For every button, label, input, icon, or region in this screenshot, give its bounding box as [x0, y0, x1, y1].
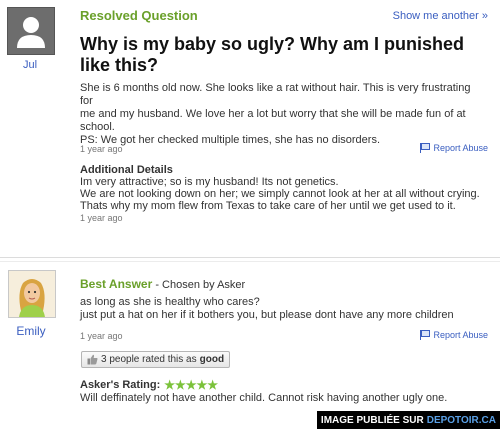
question-title: Why is my baby so ugly? Why am I punishe… — [80, 34, 465, 75]
additional-details-timestamp: 1 year ago — [80, 213, 123, 223]
answer-body-line: as long as she is healthy who cares? — [80, 296, 260, 308]
askers-rating-comment: Will deffinately not have another child.… — [80, 392, 448, 404]
answerer-portrait-icon — [9, 271, 55, 317]
thumbs-up-icon — [87, 354, 98, 365]
watermark-prefix: IMAGE PUBLIÉE SUR — [320, 414, 424, 426]
answer-body: as long as she is healthy who cares? jus… — [80, 296, 485, 322]
question-section: Jul Resolved Question Show me another » … — [0, 0, 500, 245]
additional-details-line: We are not looking down on her; we simpl… — [80, 188, 480, 200]
section-divider — [0, 257, 500, 258]
question-body: She is 6 months old now. She looks like … — [80, 82, 485, 147]
flag-icon — [420, 330, 431, 340]
asker-name[interactable]: Jul — [0, 59, 60, 71]
default-user-icon — [8, 8, 54, 54]
answer-body-line: just put a hat on her if it bothers you,… — [80, 309, 454, 321]
answerer-name[interactable]: Emily — [1, 324, 61, 338]
rating-button[interactable]: 3 people rated this as good — [81, 351, 231, 368]
answerer-avatar[interactable] — [8, 270, 56, 318]
show-another-link[interactable]: Show me another » — [393, 10, 488, 22]
question-body-line: me and my husband. We love her a lot but… — [80, 108, 466, 120]
section-divider-shadow — [0, 261, 500, 262]
flag-icon — [420, 143, 431, 153]
resolved-status: Resolved Question — [80, 8, 198, 23]
additional-details-body: Im very attractive; so is my husband! It… — [80, 176, 485, 224]
askers-rating: Asker's Rating: ★★★★★ — [80, 378, 218, 392]
askers-rating-label: Asker's Rating: — [80, 379, 161, 391]
question-body-line: She is 6 months old now. She looks like … — [80, 82, 471, 107]
best-answer-label: Best Answer — [80, 277, 153, 291]
additional-details-line: Im very attractive; so is my husband! It… — [80, 176, 339, 188]
answer-timestamp: 1 year ago — [80, 331, 123, 341]
answer-report-abuse-link[interactable]: Report Abuse — [420, 330, 488, 340]
report-abuse-label: Report Abuse — [433, 330, 488, 340]
rated-prefix: 3 people rated this as — [101, 354, 197, 365]
report-abuse-label: Report Abuse — [433, 143, 488, 153]
question-body-line: school. — [80, 121, 115, 133]
asker-avatar[interactable] — [7, 7, 55, 55]
additional-details-line: Thats why my mom flew from Texas to take… — [80, 200, 456, 212]
rated-value: good — [199, 354, 225, 365]
watermark-banner: IMAGE PUBLIÉE SUR DEPOTOIR.CA — [316, 411, 500, 429]
question-timestamp: 1 year ago — [80, 144, 123, 154]
watermark-site: DEPOTOIR.CA — [426, 414, 496, 426]
best-answer-header: Best Answer - Chosen by Asker — [80, 277, 245, 291]
chosen-by-label: - Chosen by Asker — [155, 279, 246, 291]
additional-details-heading: Additional Details — [80, 164, 173, 176]
rating-stars-icon: ★★★★★ — [164, 378, 219, 392]
question-report-abuse-link[interactable]: Report Abuse — [420, 143, 488, 153]
